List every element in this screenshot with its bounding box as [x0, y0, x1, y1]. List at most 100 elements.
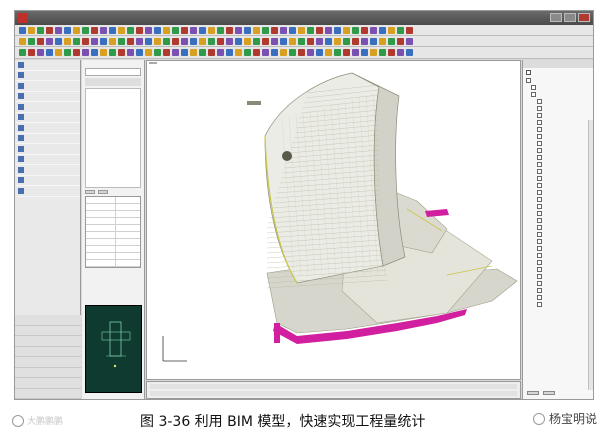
tree-node[interactable] [523, 77, 593, 84]
tree-node-checkbox[interactable] [537, 113, 542, 118]
toolbar-tool-icon[interactable] [226, 49, 233, 56]
left-nav-item[interactable] [15, 113, 80, 123]
toolbar-tool-icon[interactable] [19, 49, 26, 56]
minimize-button[interactable] [550, 13, 562, 22]
toolbar-tool-icon[interactable] [388, 49, 395, 56]
properties-grid[interactable] [85, 196, 141, 268]
toolbar-tool-icon[interactable] [208, 37, 215, 45]
toolbar-tool-icon[interactable] [46, 37, 53, 45]
toolbar-tool-icon[interactable] [55, 26, 62, 34]
toolbar-tool-icon[interactable] [46, 26, 53, 34]
tree-node-checkbox[interactable] [537, 141, 542, 146]
toolbar-tool-icon[interactable] [253, 49, 260, 56]
toolbar-tool-icon[interactable] [46, 49, 53, 56]
toolbar-tool-icon[interactable] [127, 26, 134, 34]
toolbar-tool-icon[interactable] [325, 26, 332, 34]
tree-node[interactable] [523, 203, 593, 210]
toolbar-tool-icon[interactable] [100, 37, 107, 45]
tree-node-checkbox[interactable] [537, 106, 542, 111]
left-nav-item[interactable] [15, 165, 80, 176]
property-row[interactable] [86, 225, 140, 232]
tree-node[interactable] [523, 280, 593, 287]
tree-node-checkbox[interactable] [537, 302, 542, 307]
left-nav-item[interactable] [15, 60, 80, 71]
toolbar-tool-icon[interactable] [262, 37, 269, 45]
toolbar-tool-icon[interactable] [118, 49, 125, 56]
left-bottom-item[interactable] [15, 388, 81, 399]
toolbar-tool-icon[interactable] [226, 26, 233, 34]
toolbar-tool-icon[interactable] [316, 49, 323, 56]
toolbar-tool-icon[interactable] [145, 26, 152, 34]
left-nav-item[interactable] [15, 102, 80, 113]
left-nav-item[interactable] [15, 92, 80, 102]
toolbar-tool-icon[interactable] [217, 49, 224, 56]
toolbar-tool-icon[interactable] [91, 26, 98, 34]
toolbar-tool-icon[interactable] [19, 26, 26, 34]
toolbar-tool-icon[interactable] [325, 49, 332, 56]
property-row[interactable] [86, 239, 140, 246]
toolbar-tool-icon[interactable] [235, 37, 242, 45]
toolbar-tool-icon[interactable] [370, 26, 377, 34]
tree-node[interactable] [523, 259, 593, 266]
tree-node[interactable] [523, 161, 593, 168]
property-row[interactable] [86, 260, 140, 267]
tree-node[interactable] [523, 224, 593, 231]
component-list[interactable] [85, 88, 141, 188]
toolbar-tool-icon[interactable] [361, 26, 368, 34]
tree-node-checkbox[interactable] [537, 288, 542, 293]
tree-node[interactable] [523, 140, 593, 147]
toolbar-tool-icon[interactable] [100, 26, 107, 34]
tree-node-checkbox[interactable] [537, 211, 542, 216]
toolbar-tool-icon[interactable] [64, 37, 71, 45]
tree-node-checkbox[interactable] [537, 176, 542, 181]
toolbar-tool-icon[interactable] [334, 26, 341, 34]
toolbar-tool-icon[interactable] [82, 26, 89, 34]
toolbar-tool-icon[interactable] [172, 37, 179, 45]
toolbar-tool-icon[interactable] [172, 49, 179, 56]
component-tree[interactable] [523, 77, 593, 308]
tree-node-checkbox[interactable] [537, 155, 542, 160]
left-nav-item[interactable] [15, 134, 80, 144]
toolbar-tool-icon[interactable] [235, 49, 242, 56]
toolbar-tool-icon[interactable] [73, 49, 80, 56]
tree-node[interactable] [523, 147, 593, 154]
toolbar-tool-icon[interactable] [244, 37, 251, 45]
toolbar-tool-icon[interactable] [109, 26, 116, 34]
toolbar-tool-icon[interactable] [145, 37, 152, 45]
tree-node[interactable] [523, 238, 593, 245]
tree-node[interactable] [523, 266, 593, 273]
tree-node[interactable] [523, 168, 593, 175]
toolbar-tool-icon[interactable] [262, 49, 269, 56]
tree-node[interactable] [523, 84, 593, 91]
props-tab-1[interactable] [85, 190, 95, 194]
toolbar-tool-icon[interactable] [55, 37, 62, 45]
tree-node-checkbox[interactable] [537, 134, 542, 139]
toolbar-tool-icon[interactable] [361, 37, 368, 45]
toolbar-tool-icon[interactable] [397, 37, 404, 45]
toolbar-tool-icon[interactable] [190, 37, 197, 45]
toolbar-tool-icon[interactable] [244, 26, 251, 34]
left-nav-item[interactable] [15, 186, 80, 197]
toolbar-tool-icon[interactable] [127, 49, 134, 56]
toolbar-tool-icon[interactable] [208, 49, 215, 56]
toolbar-tool-icon[interactable] [172, 26, 179, 34]
toolbar-tool-icon[interactable] [190, 26, 197, 34]
tree-node[interactable] [523, 126, 593, 133]
tree-node[interactable] [523, 112, 593, 119]
3d-model-viewport[interactable] [146, 60, 521, 380]
toolbar-tool-icon[interactable] [163, 37, 170, 45]
tree-node[interactable] [523, 210, 593, 217]
toolbar-tool-icon[interactable] [379, 37, 386, 45]
toolbar-tool-icon[interactable] [136, 37, 143, 45]
toolbar-tool-icon[interactable] [82, 37, 89, 45]
toolbar-tool-icon[interactable] [118, 37, 125, 45]
tree-node-checkbox[interactable] [537, 225, 542, 230]
toolbar-tool-icon[interactable] [100, 49, 107, 56]
toolbar-tool-icon[interactable] [316, 37, 323, 45]
toolbar-tool-icon[interactable] [163, 26, 170, 34]
toolbar-tool-icon[interactable] [262, 26, 269, 34]
viewport-tab[interactable] [149, 62, 157, 64]
toolbar-tool-icon[interactable] [325, 37, 332, 45]
toolbar-tool-icon[interactable] [406, 49, 413, 56]
tree-node-checkbox[interactable] [537, 169, 542, 174]
